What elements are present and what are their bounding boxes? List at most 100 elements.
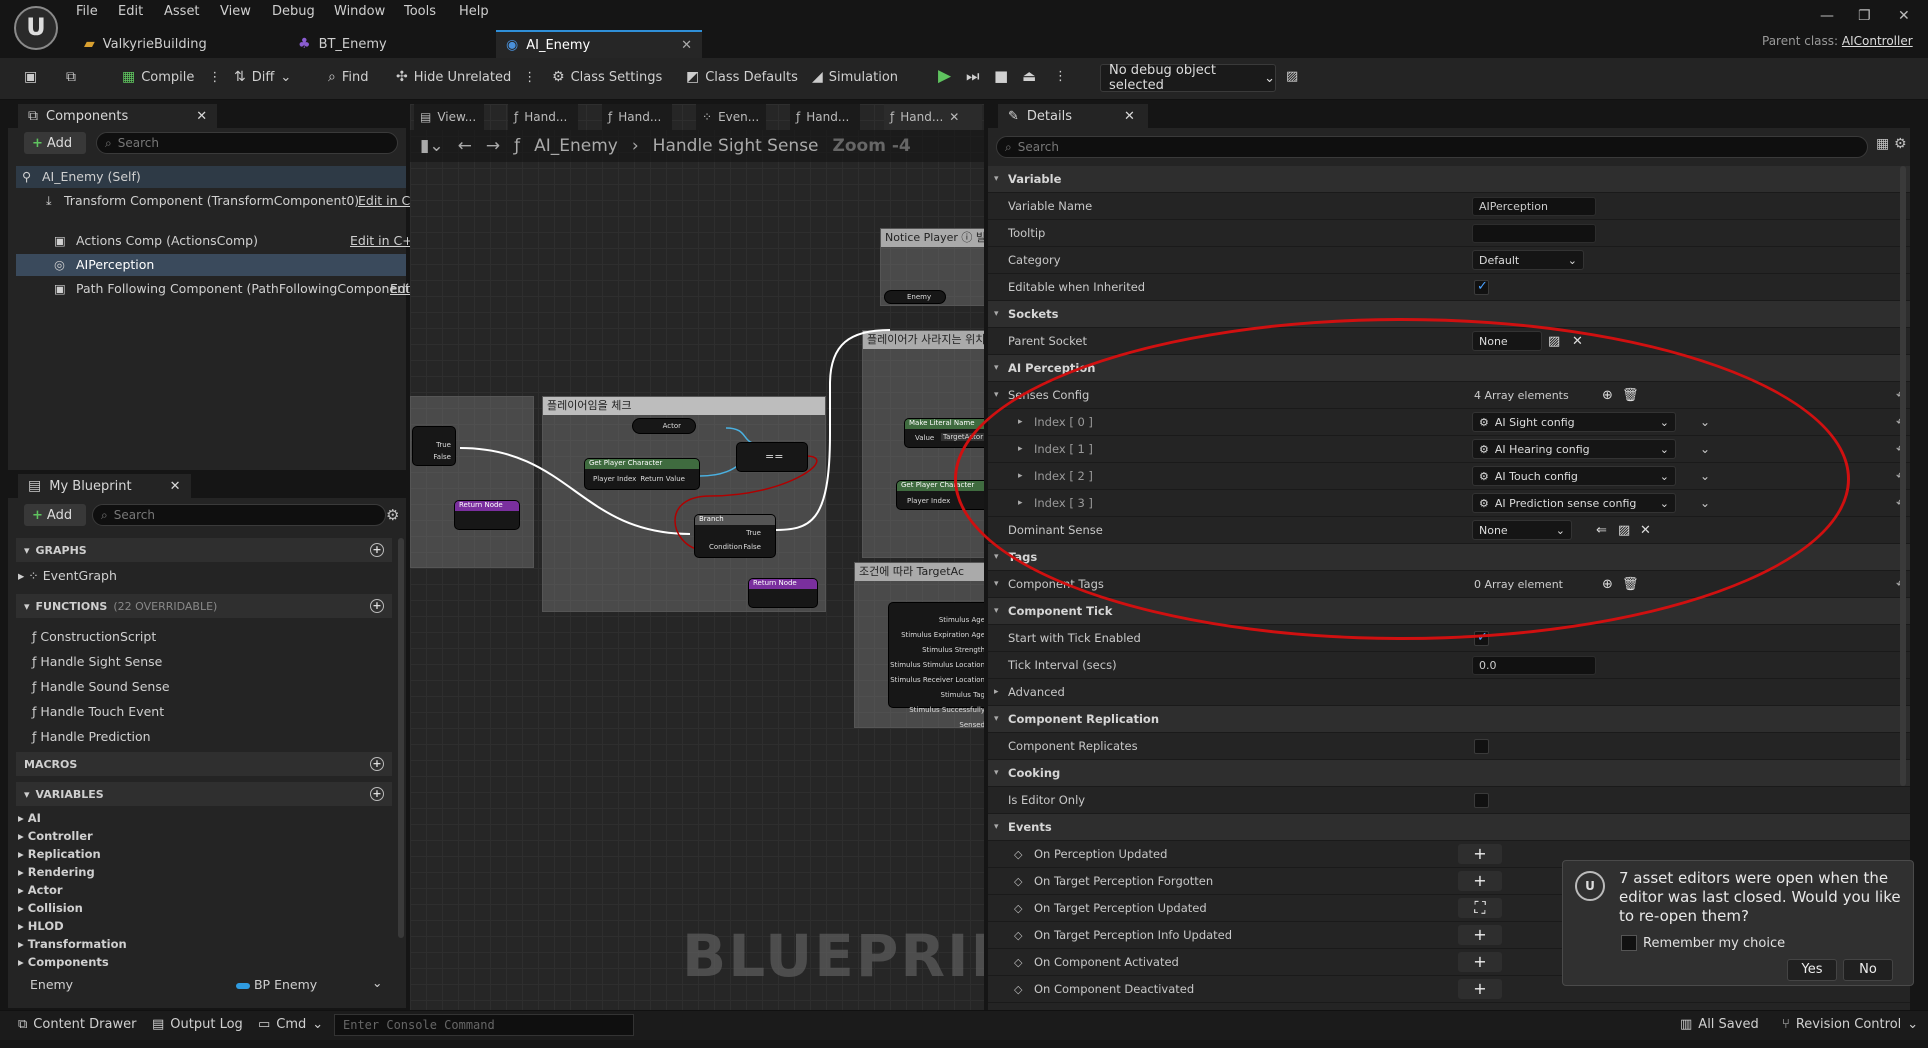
graph-item-eventgraph[interactable]: ▸ ⁘ EventGraph — [18, 568, 117, 583]
grid-view-icon[interactable]: ▦ — [1876, 136, 1889, 152]
component-row-actions[interactable]: ▣ Actions Comp (ActionsComp) Edit in C++ — [16, 230, 423, 252]
tab-details[interactable]: ✎ Details ✕ — [998, 104, 1148, 128]
close-tab-icon[interactable]: ✕ — [681, 38, 692, 53]
add-component-button[interactable]: + Add — [24, 132, 86, 154]
component-row-transform[interactable]: ⤓ Transform Component (TransformComponen… — [16, 190, 431, 212]
chevron-down-icon[interactable]: ▾ — [994, 606, 999, 616]
equal-node[interactable]: == — [736, 442, 808, 472]
variable-type[interactable]: BP Enemy — [236, 977, 317, 992]
components-search-input[interactable]: ⌕ Search — [96, 132, 398, 154]
chevron-down-icon[interactable]: ⌄ — [372, 975, 382, 990]
menu-help[interactable]: Help — [459, 4, 489, 19]
details-row-section[interactable]: ▾ Variable — [988, 166, 1910, 193]
tab-ai-enemy[interactable]: ◉ AI_Enemy ✕ — [496, 30, 702, 58]
chevron-down-icon[interactable]: ▾ — [994, 768, 999, 778]
chevron-right-icon[interactable]: ▸ — [994, 687, 999, 697]
enemy-getter-node[interactable]: Enemy — [884, 290, 946, 304]
tab-components[interactable]: ⧉ Components ✕ — [18, 104, 218, 128]
menu-edit[interactable]: Edit — [118, 4, 143, 19]
component-row-pathfollowing[interactable]: ▣ Path Following Component (PathFollowin… — [16, 278, 415, 300]
no-button[interactable]: No — [1843, 959, 1893, 981]
remember-choice-checkbox[interactable] — [1621, 935, 1637, 951]
details-row-collapsed[interactable]: ▸ Advanced — [988, 679, 1910, 706]
chevron-down-icon[interactable]: ▾ — [994, 579, 999, 589]
details-row-section[interactable]: ▾ Events — [988, 814, 1910, 841]
break-stimulus-node[interactable]: Stimulus Age Stimulus Expiration Age Sti… — [888, 602, 984, 729]
add-event-button[interactable]: + — [1458, 925, 1502, 945]
menu-asset[interactable]: Asset — [164, 4, 200, 19]
menu-debug[interactable]: Debug — [272, 4, 315, 19]
close-panel-icon[interactable]: ✕ — [1124, 109, 1135, 124]
all-saved-button[interactable]: ▥ All Saved — [1680, 1017, 1759, 1032]
revision-control-button[interactable]: ⑂ Revision Control ⌄ — [1782, 1017, 1918, 1032]
add-event-button[interactable]: + — [1458, 952, 1502, 972]
menu-file[interactable]: File — [76, 4, 98, 19]
settings-gear-icon[interactable]: ⚙ — [386, 506, 399, 524]
variable-group[interactable]: ▸ AI — [18, 811, 41, 825]
class-settings-button[interactable]: ⚙ Class Settings — [552, 69, 662, 85]
diff-button[interactable]: ⇅ Diff ⌄ — [234, 69, 291, 85]
function-item[interactable]: ƒ Handle Prediction — [32, 729, 151, 744]
add-event-button[interactable]: ⛶ — [1458, 898, 1502, 918]
debug-browse-icon[interactable]: ▨ — [1286, 69, 1298, 84]
variable-group[interactable]: ▸ Replication — [18, 847, 101, 861]
property-dropdown[interactable]: Default ⌄ — [1472, 250, 1584, 270]
more-options-icon[interactable]: ⋮ — [523, 70, 536, 85]
unreal-logo-icon[interactable]: U — [14, 6, 58, 50]
branch-node[interactable]: Branch True Condition False — [694, 514, 776, 558]
stop-icon[interactable]: ■ — [994, 67, 1008, 85]
menu-tools[interactable]: Tools — [404, 4, 436, 19]
scrollbar[interactable] — [1900, 166, 1906, 786]
property-value-input[interactable]: AIPerception — [1472, 196, 1596, 216]
variable-group[interactable]: ▸ Components — [18, 955, 109, 969]
add-member-button[interactable]: + Add — [24, 504, 86, 526]
save-icon[interactable]: ▣ — [24, 69, 37, 85]
details-row-section[interactable]: ▾ Cooking — [988, 760, 1910, 787]
play-icon[interactable]: ▶ — [938, 66, 951, 86]
minimize-icon[interactable]: — — [1820, 8, 1834, 24]
variable-group[interactable]: ▸ Rendering — [18, 865, 95, 879]
property-value-input[interactable]: 0.0 — [1472, 655, 1596, 675]
chevron-down-icon[interactable]: ▾ — [994, 174, 999, 184]
yes-button[interactable]: Yes — [1787, 959, 1837, 981]
get-player-character-node[interactable]: Get Player Character Player Index Return… — [584, 458, 700, 490]
property-checkbox[interactable] — [1474, 738, 1489, 754]
property-value-input[interactable] — [1472, 223, 1596, 243]
property-checkbox[interactable] — [1474, 279, 1489, 295]
component-row-aiperception[interactable]: ◎ AIPerception — [16, 254, 406, 276]
variable-group[interactable]: ▸ Actor — [18, 883, 63, 897]
add-graph-icon[interactable]: + — [370, 543, 384, 557]
macros-section-header[interactable]: MACROS + — [16, 752, 392, 776]
graph-node[interactable]: True False — [412, 426, 456, 466]
find-button[interactable]: ⌕ Find — [328, 69, 368, 85]
add-event-button[interactable]: + — [1458, 871, 1502, 891]
chevron-down-icon[interactable]: ▾ — [994, 552, 999, 562]
add-variable-icon[interactable]: + — [370, 787, 384, 801]
debug-object-dropdown[interactable]: No debug object selected ⌄ — [1100, 63, 1276, 93]
eject-icon[interactable]: ⏏ — [1022, 67, 1036, 85]
functions-section-header[interactable]: ▾ FUNCTIONS (22 OVERRIDABLE) + — [16, 594, 392, 618]
chevron-down-icon[interactable]: ▾ — [994, 714, 999, 724]
return-node[interactable]: Return Node — [748, 578, 818, 608]
function-item[interactable]: ƒ ConstructionScript — [32, 629, 156, 644]
cmd-dropdown[interactable]: ▭ Cmd ⌄ — [258, 1017, 323, 1032]
chevron-down-icon[interactable]: ▾ — [994, 390, 999, 400]
chevron-down-icon[interactable]: ▾ — [994, 822, 999, 832]
variable-group[interactable]: ▸ HLOD — [18, 919, 64, 933]
chevron-down-icon[interactable]: ▾ — [994, 309, 999, 319]
variable-row-enemy[interactable]: Enemy BP Enemy ⌄ — [16, 974, 394, 996]
graphs-section-header[interactable]: ▾ GRAPHS + — [16, 538, 392, 562]
menu-window[interactable]: Window — [334, 4, 385, 19]
settings-gear-icon[interactable]: ⚙ — [1894, 136, 1907, 152]
chevron-down-icon[interactable]: ▾ — [994, 363, 999, 373]
class-defaults-button[interactable]: ◩ Class Defaults — [686, 69, 798, 85]
function-item[interactable]: ƒ Handle Sight Sense — [32, 654, 162, 669]
scrollbar[interactable] — [398, 538, 404, 938]
blueprint-search-input[interactable]: ⌕ Search — [92, 504, 386, 526]
return-node[interactable]: Return Node — [454, 500, 520, 530]
tab-valkyrie-building[interactable]: ▰ ValkyrieBuilding — [74, 30, 217, 58]
restore-icon[interactable]: ❐ — [1858, 8, 1871, 24]
property-checkbox[interactable] — [1474, 792, 1489, 808]
component-row-self[interactable]: ⚲ AI_Enemy (Self) — [16, 166, 406, 188]
details-search-input[interactable]: ⌕ Search — [996, 136, 1868, 158]
